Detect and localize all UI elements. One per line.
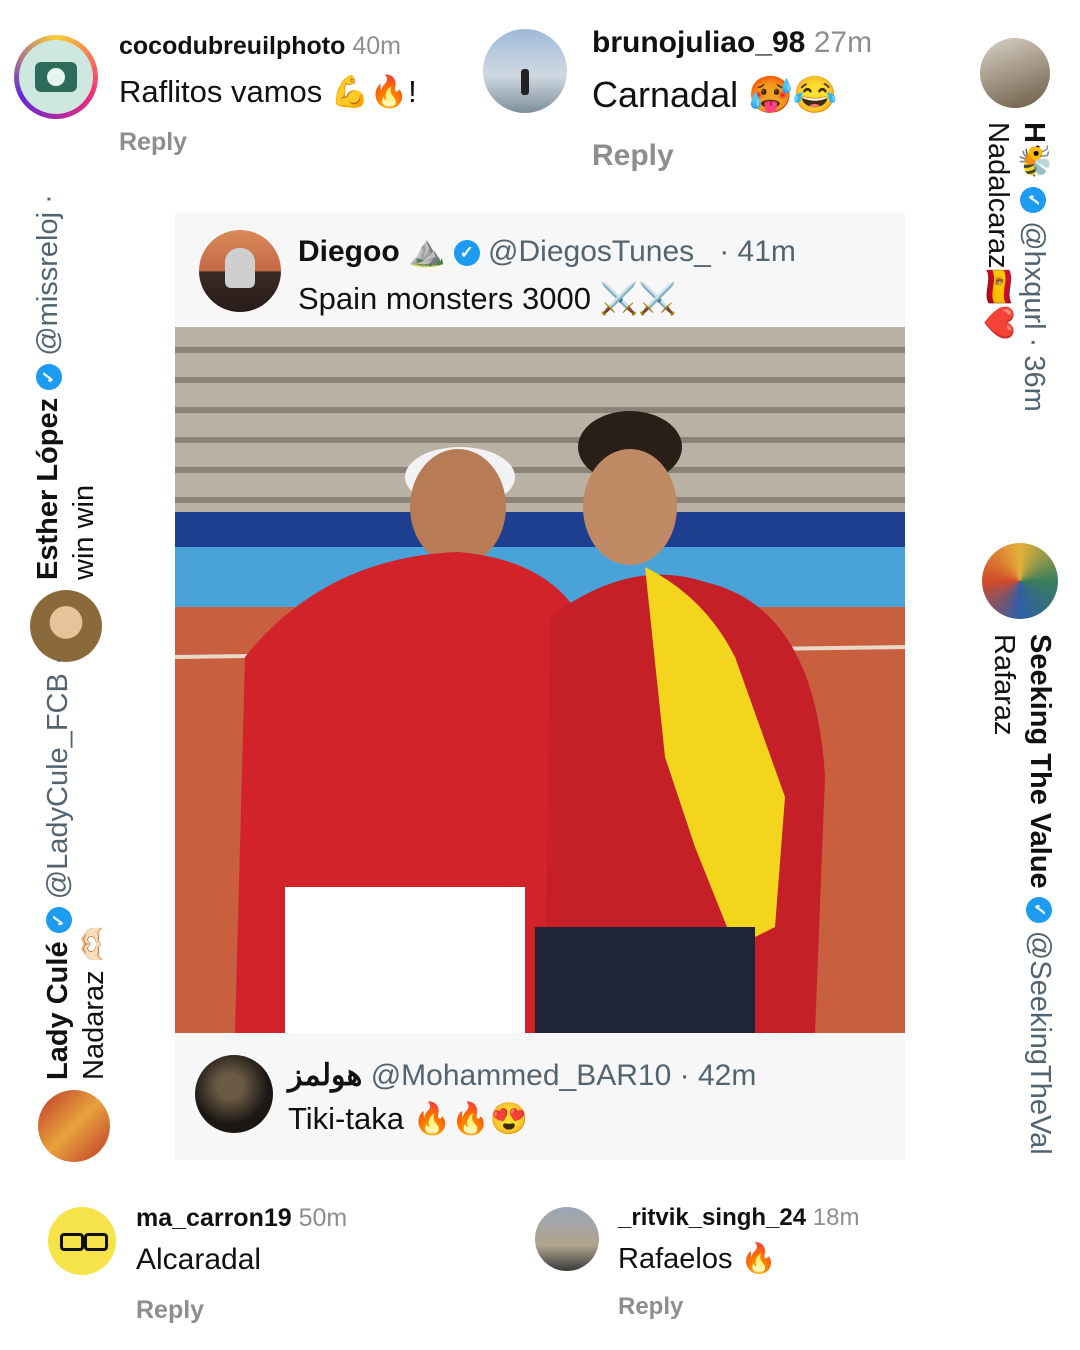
avatar[interactable] — [535, 1207, 599, 1271]
side-comment-handle: @SeekingTheVal — [1024, 930, 1056, 1155]
reply-time: · 42m — [679, 1059, 757, 1092]
reply-author-name[interactable]: هولمز — [288, 1059, 362, 1092]
comment-header: brunojuliao_98 27m — [592, 26, 872, 60]
verified-badge-icon: ✓ — [1025, 896, 1052, 923]
avatar[interactable] — [38, 1090, 110, 1162]
side-comment: H🐝 ✓ @hxqurl · 36m Nadalcaraz🇪🇸❤️ — [980, 122, 1052, 412]
verified-badge-icon: ✓ — [36, 363, 63, 390]
tweet-photo[interactable] — [175, 327, 905, 1033]
tweet-text: Spain monsters 3000 ⚔️⚔️ — [298, 281, 677, 316]
side-comment-text: Nadalcaraz🇪🇸❤️ — [982, 122, 1014, 341]
verified-badge-icon: ✓ — [46, 907, 73, 934]
side-comment: Esther López ✓ @missreloj · win win — [30, 194, 102, 580]
comment-time: 40m — [352, 32, 401, 60]
side-comment-handle: @missreloj · — [32, 194, 64, 356]
reply-handle[interactable]: @Mohammed_BAR10 — [371, 1059, 672, 1092]
side-comment-name[interactable]: Esther López — [32, 398, 64, 580]
side-comment-text: win win — [68, 484, 100, 580]
tweet-handle[interactable]: @DiegosTunes_ — [488, 235, 711, 268]
avatar[interactable] — [14, 35, 98, 119]
comment-header: _ritvik_singh_24 18m — [618, 1204, 859, 1232]
avatar[interactable] — [982, 543, 1058, 619]
side-comment: Seeking The Value ✓ @SeekingTheVal Rafar… — [986, 634, 1058, 1155]
avatar[interactable] — [199, 230, 281, 312]
comment-username[interactable]: _ritvik_singh_24 — [618, 1204, 806, 1231]
side-comment-name[interactable]: Seeking The Value — [1024, 634, 1056, 889]
avatar[interactable] — [30, 590, 102, 662]
side-comment-name[interactable]: H🐝 — [1018, 122, 1050, 179]
comment-time: 18m — [812, 1204, 860, 1231]
avatar[interactable] — [195, 1055, 273, 1133]
side-comment-name[interactable]: Lady Culé — [42, 941, 74, 1080]
reply-button[interactable]: Reply — [592, 139, 674, 173]
side-comment: Lady Culé ✓ @LadyCule_FCB · Nadaraz 🫶🏻 — [40, 655, 112, 1080]
reply-button[interactable]: Reply — [119, 128, 187, 157]
comment-text: Alcaradal — [136, 1243, 262, 1276]
reply-text: Tiki-taka 🔥🔥😍 — [288, 1101, 529, 1136]
comment-text: Raflitos vamos 💪🔥! — [119, 74, 417, 109]
tweet-photo-illustration — [175, 327, 905, 1033]
tweet-header: Diegoo ⛰️ ✓ @DiegosTunes_ · 41m — [298, 234, 796, 269]
comment-time: 27m — [813, 26, 873, 59]
comment-username[interactable]: ma_carron19 — [136, 1204, 292, 1232]
side-comment-text: Rafaraz — [988, 634, 1020, 736]
side-comment-text: Nadaraz 🫶🏻 — [78, 926, 110, 1080]
verified-badge-icon: ✓ — [1019, 187, 1046, 214]
verified-badge-icon: ✓ — [453, 240, 480, 267]
comment-text: Rafaelos 🔥 — [618, 1243, 777, 1275]
tweet-author-name[interactable]: Diegoo ⛰️ — [298, 235, 445, 268]
comment-username[interactable]: cocodubreuilphoto — [119, 32, 345, 60]
side-comment-handle: @LadyCule_FCB · — [42, 655, 74, 900]
avatar[interactable] — [980, 38, 1050, 108]
avatar[interactable] — [483, 29, 567, 113]
tweet-time: · 41m — [719, 235, 796, 268]
tweet-card[interactable]: Diegoo ⛰️ ✓ @DiegosTunes_ · 41m Spain mo… — [175, 212, 905, 1160]
comment-text: Carnadal 🥵😂 — [592, 74, 838, 115]
comment-header: ma_carron19 50m — [136, 1204, 347, 1233]
avatar[interactable] — [48, 1207, 116, 1275]
comment-time: 50m — [298, 1204, 348, 1232]
side-comment-handle: @hxqurl · 36m — [1018, 221, 1050, 412]
comment-username[interactable]: brunojuliao_98 — [592, 26, 805, 59]
reply-button[interactable]: Reply — [136, 1296, 204, 1325]
reply-button[interactable]: Reply — [618, 1293, 683, 1321]
comment-header: cocodubreuilphoto 40m — [119, 32, 401, 61]
reply-header: هولمز @Mohammed_BAR10 · 42m — [288, 1058, 756, 1093]
